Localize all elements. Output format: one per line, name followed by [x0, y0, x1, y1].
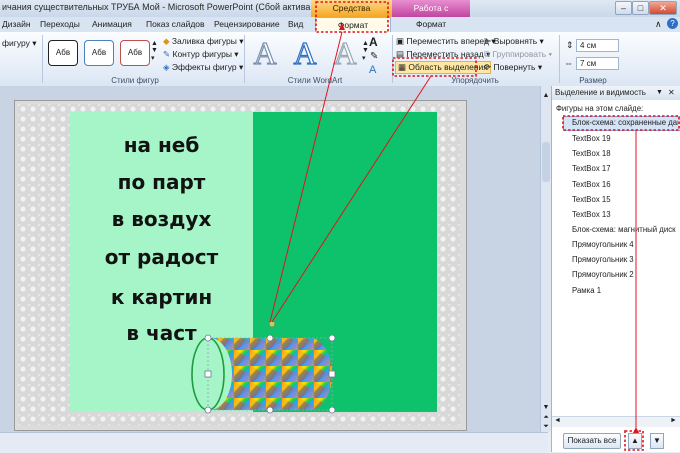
red-annotation-overlay — [269, 1, 680, 451]
